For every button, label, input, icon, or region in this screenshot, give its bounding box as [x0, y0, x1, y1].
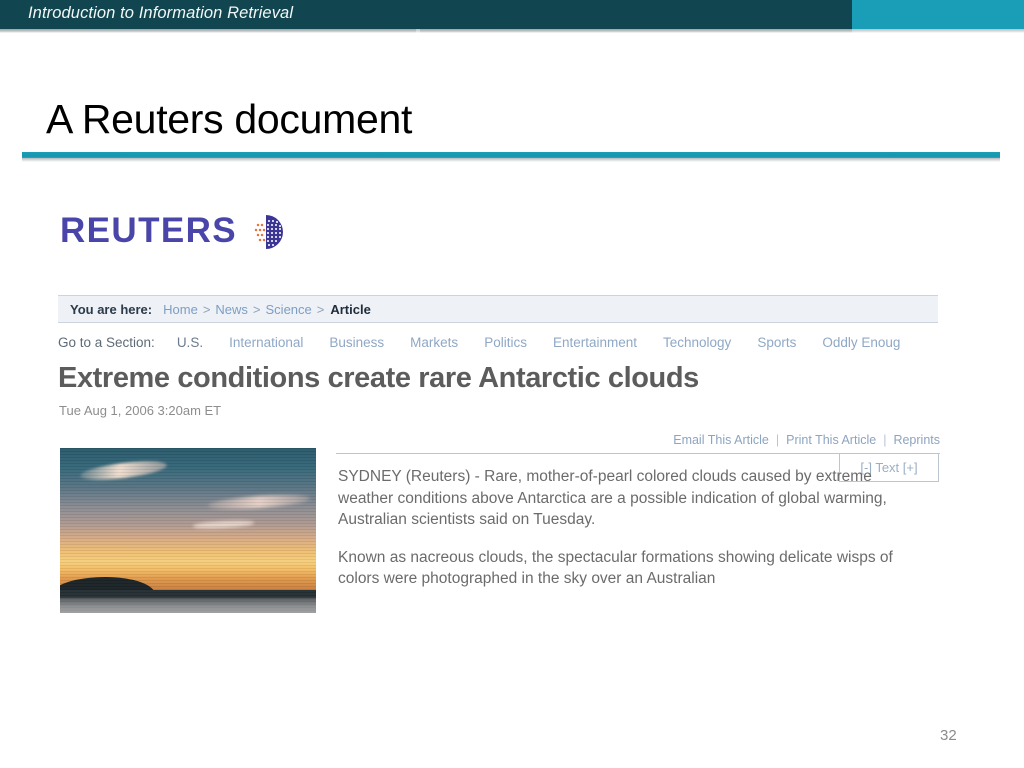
slide-header-underline-left: [0, 29, 416, 33]
reuters-globe-icon: [246, 212, 286, 252]
reuters-wordmark: REUTERS: [60, 211, 238, 250]
breadcrumb-link-news[interactable]: News: [215, 302, 248, 317]
breadcrumb-label: You are here:: [70, 301, 153, 317]
reuters-logo: REUTERS: [60, 210, 286, 252]
section-nav-item-markets[interactable]: Markets: [410, 335, 458, 350]
section-nav-item-sports[interactable]: Sports: [757, 335, 796, 350]
article-timestamp: Tue Aug 1, 2006 3:20am ET: [59, 403, 222, 418]
breadcrumb-separator: >: [202, 301, 211, 317]
breadcrumb: You are here: Home > News > Science > Ar…: [58, 295, 938, 323]
section-nav-item-business[interactable]: Business: [329, 335, 384, 350]
email-this-article-link[interactable]: Email This Article: [673, 433, 769, 447]
section-nav-item-politics[interactable]: Politics: [484, 335, 527, 350]
reprints-link[interactable]: Reprints: [893, 433, 940, 447]
breadcrumb-link-science[interactable]: Science: [266, 302, 312, 317]
article-paragraph: SYDNEY (Reuters) - Rare, mother-of-pearl…: [338, 468, 887, 528]
photo-foreground: [60, 598, 316, 613]
page-title: A Reuters document: [46, 96, 413, 142]
article-photo: [60, 448, 316, 613]
breadcrumb-separator: >: [252, 301, 261, 317]
section-nav-item-us[interactable]: U.S.: [177, 335, 203, 350]
breadcrumb-current-article: Article: [330, 301, 371, 317]
print-this-article-link[interactable]: Print This Article: [786, 433, 876, 447]
section-nav: Go to a Section: U.S. International Busi…: [58, 330, 940, 354]
article-body: SYDNEY (Reuters) - Rare, mother-of-pearl…: [338, 466, 928, 606]
article-headline: Extreme conditions create rare Antarctic…: [58, 362, 699, 394]
title-accent-rule-shadow: [22, 158, 1000, 162]
section-nav-item-oddly-enough[interactable]: Oddly Enoug: [822, 335, 900, 350]
section-nav-item-technology[interactable]: Technology: [663, 335, 731, 350]
photo-horizon-silhouette: [60, 589, 316, 599]
slide-header-underline: [0, 29, 1024, 33]
slide-page-number: 32: [940, 727, 957, 744]
slide-header-band: Introduction to Information Retrieval: [0, 0, 1024, 29]
section-nav-item-entertainment[interactable]: Entertainment: [553, 335, 637, 350]
slide-header-underline-mid: [420, 29, 852, 33]
reuters-document-screenshot: REUTERS You are here: Home > News > Scie…: [50, 190, 940, 630]
tools-divider: |: [775, 433, 780, 447]
article-tools: Email This Article | Print This Article …: [673, 433, 940, 447]
tools-divider: |: [883, 433, 887, 447]
section-nav-label: Go to a Section:: [58, 334, 155, 350]
breadcrumb-separator: >: [316, 301, 325, 317]
slide-header-title: Introduction to Information Retrieval: [28, 4, 294, 22]
article-paragraph: Known as nacreous clouds, the spectacula…: [338, 548, 893, 588]
breadcrumb-link-home[interactable]: Home: [163, 302, 198, 317]
section-nav-item-international[interactable]: International: [229, 335, 303, 350]
